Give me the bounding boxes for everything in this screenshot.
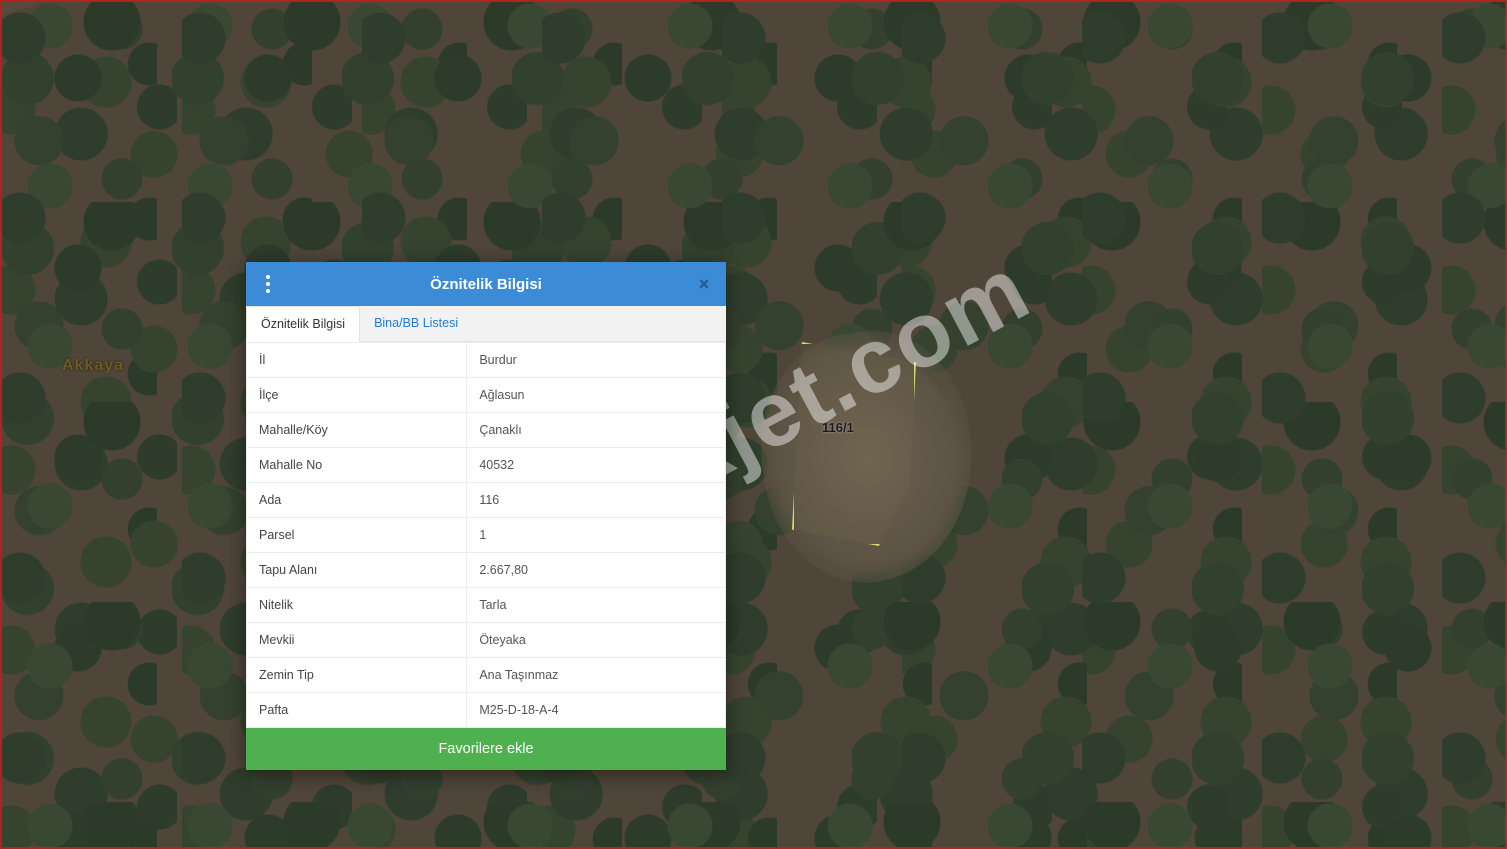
attr-val: Burdur xyxy=(467,343,726,378)
table-row: İlçeAğlasun xyxy=(247,378,726,413)
attr-val: 40532 xyxy=(467,448,726,483)
table-row: Tapu Alanı2.667,80 xyxy=(247,553,726,588)
attribute-table: İlBurdur İlçeAğlasun Mahalle/KöyÇanaklı … xyxy=(246,342,726,728)
parcel-label: 116/1 xyxy=(822,420,854,435)
panel-close-button[interactable]: × xyxy=(682,274,726,295)
attr-key: İl xyxy=(247,343,467,378)
attr-val: Çanaklı xyxy=(467,413,726,448)
close-icon: × xyxy=(699,274,710,294)
table-row: PaftaM25-D-18-A-4 xyxy=(247,693,726,728)
tab-bina-bb-listesi[interactable]: Bina/BB Listesi xyxy=(360,306,472,341)
attr-key: Mevkii xyxy=(247,623,467,658)
attr-key: Mahalle No xyxy=(247,448,467,483)
attr-key: Ada xyxy=(247,483,467,518)
attr-val: Tarla xyxy=(467,588,726,623)
attr-key: Mahalle/Köy xyxy=(247,413,467,448)
attr-key: Tapu Alanı xyxy=(247,553,467,588)
table-row: Parsel1 xyxy=(247,518,726,553)
table-row: İlBurdur xyxy=(247,343,726,378)
attr-val: Ana Taşınmaz xyxy=(467,658,726,693)
attr-key: Parsel xyxy=(247,518,467,553)
attribute-table-body: İlBurdur İlçeAğlasun Mahalle/KöyÇanaklı … xyxy=(247,343,726,728)
attr-key: Pafta xyxy=(247,693,467,728)
panel-header: Öznitelik Bilgisi × xyxy=(246,262,726,306)
attr-key: İlçe xyxy=(247,378,467,413)
table-row: MevkiiÖteyaka xyxy=(247,623,726,658)
attr-val: Ağlasun xyxy=(467,378,726,413)
attribute-info-panel: Öznitelik Bilgisi × Öznitelik Bilgisi Bi… xyxy=(246,262,726,770)
attr-val: 1 xyxy=(467,518,726,553)
panel-tabs: Öznitelik Bilgisi Bina/BB Listesi xyxy=(246,306,726,342)
panel-menu-button[interactable] xyxy=(246,282,290,286)
map-place-label: Akkaya xyxy=(62,357,124,375)
table-row: Mahalle/KöyÇanaklı xyxy=(247,413,726,448)
attr-val: M25-D-18-A-4 xyxy=(467,693,726,728)
map-viewport[interactable]: Akkaya 116/1 emlakjet.com Öznitelik Bilg… xyxy=(0,0,1507,849)
table-row: NitelikTarla xyxy=(247,588,726,623)
attr-key: Nitelik xyxy=(247,588,467,623)
attr-key: Zemin Tip xyxy=(247,658,467,693)
kebab-icon xyxy=(266,282,270,286)
add-to-favorites-button[interactable]: Favorilere ekle xyxy=(246,728,726,770)
table-row: Mahalle No40532 xyxy=(247,448,726,483)
attr-val: Öteyaka xyxy=(467,623,726,658)
table-row: Ada116 xyxy=(247,483,726,518)
attr-val: 116 xyxy=(467,483,726,518)
panel-title: Öznitelik Bilgisi xyxy=(290,276,682,293)
tab-oznitelik-bilgisi[interactable]: Öznitelik Bilgisi xyxy=(246,306,360,342)
attr-val: 2.667,80 xyxy=(467,553,726,588)
table-row: Zemin TipAna Taşınmaz xyxy=(247,658,726,693)
